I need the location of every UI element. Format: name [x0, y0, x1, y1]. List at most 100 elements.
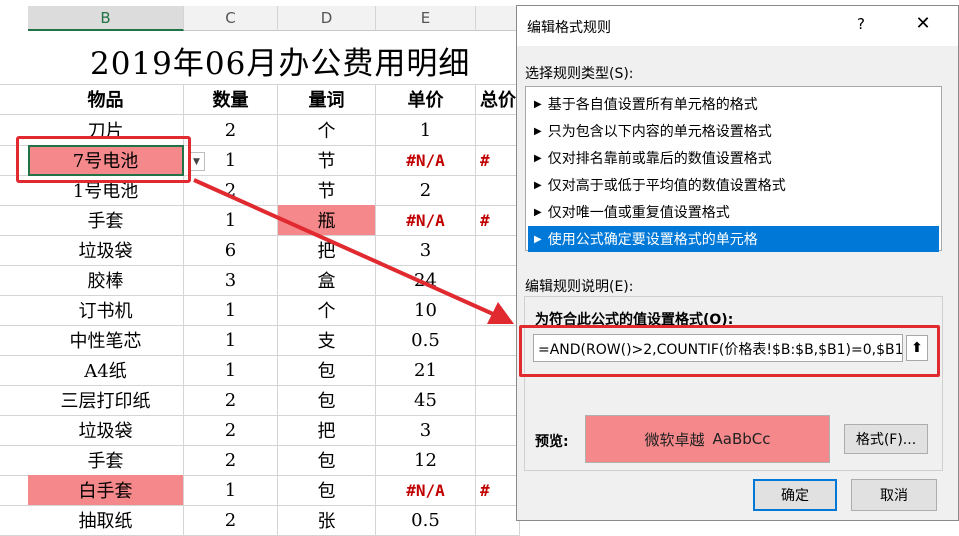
cell-qty[interactable]: 1: [184, 295, 278, 325]
cell-qty[interactable]: 2: [184, 175, 278, 205]
cell-qty[interactable]: 1: [184, 205, 278, 235]
cell-total[interactable]: [476, 115, 520, 145]
cell-price[interactable]: 3: [376, 415, 476, 445]
column-header-e[interactable]: E: [376, 6, 476, 31]
header-total[interactable]: 总价: [476, 84, 520, 114]
cell-price[interactable]: 12: [376, 445, 476, 475]
column-header-c[interactable]: C: [184, 6, 278, 31]
cell-total[interactable]: [476, 385, 520, 415]
rule-type-item-selected[interactable]: ▶ 使用公式确定要设置格式的单元格: [528, 226, 939, 252]
edit-format-rule-dialog: 编辑格式规则 ? ✕ 选择规则类型(S): ▶ 基于各自值设置所有单元格的格式 ▶…: [516, 5, 959, 521]
cell-total[interactable]: [476, 415, 520, 445]
cell-price[interactable]: 24: [376, 265, 476, 295]
cell-qty[interactable]: 2: [184, 115, 278, 145]
cell-price[interactable]: 3: [376, 235, 476, 265]
select-rule-type-label: 选择规则类型(S):: [525, 66, 634, 82]
table-row: 垃圾袋 6 把 3: [0, 235, 520, 266]
ok-button[interactable]: 确定: [753, 479, 837, 511]
cell-qty[interactable]: 1: [184, 325, 278, 355]
cell-price[interactable]: #N/A: [376, 475, 476, 505]
cell-total[interactable]: #: [476, 475, 520, 505]
cell-price[interactable]: 45: [376, 385, 476, 415]
cell-price[interactable]: 0.5: [376, 505, 476, 535]
cell-qty[interactable]: 6: [184, 235, 278, 265]
cell-unit[interactable]: 节: [278, 145, 376, 175]
triangle-right-icon: ▶: [534, 206, 542, 218]
cell-price[interactable]: 2: [376, 175, 476, 205]
cell-unit[interactable]: 支: [278, 325, 376, 355]
cell-qty[interactable]: 2: [184, 505, 278, 535]
cell-item[interactable]: A4纸: [28, 355, 184, 385]
rule-type-item[interactable]: ▶ 仅对排名靠前或靠后的数值设置格式: [528, 145, 939, 171]
rule-type-list[interactable]: ▶ 基于各自值设置所有单元格的格式 ▶ 只为包含以下内容的单元格设置格式 ▶ 仅对排名…: [525, 86, 942, 252]
cell-price[interactable]: #N/A: [376, 205, 476, 235]
cell-qty[interactable]: 2: [184, 445, 278, 475]
cell-item[interactable]: 订书机: [28, 295, 184, 325]
cell-item[interactable]: 胶棒: [28, 265, 184, 295]
table-row: A4纸 1 包 21: [0, 355, 520, 386]
cell-unit[interactable]: 把: [278, 415, 376, 445]
cell-unit[interactable]: 个: [278, 295, 376, 325]
header-item[interactable]: 物品: [28, 84, 184, 114]
cell-unit[interactable]: 包: [278, 445, 376, 475]
cell-total[interactable]: [476, 295, 520, 325]
cell-item[interactable]: 手套: [28, 205, 184, 235]
cell-qty[interactable]: 2: [184, 415, 278, 445]
rule-type-item[interactable]: ▶ 仅对高于或低于平均值的数值设置格式: [528, 172, 939, 198]
header-price[interactable]: 单价: [376, 84, 476, 114]
cell-qty[interactable]: 3: [184, 265, 278, 295]
cell-unit[interactable]: 包: [278, 385, 376, 415]
cell-item[interactable]: 垃圾袋: [28, 415, 184, 445]
cancel-button[interactable]: 取消: [851, 479, 937, 511]
triangle-right-icon: ▶: [534, 98, 542, 110]
cell-qty[interactable]: 1: [184, 475, 278, 505]
rule-type-item[interactable]: ▶ 仅对唯一值或重复值设置格式: [528, 199, 939, 225]
cell-total[interactable]: [476, 265, 520, 295]
cell-price[interactable]: 10: [376, 295, 476, 325]
cell-price[interactable]: #N/A: [376, 145, 476, 175]
cell-total[interactable]: [476, 445, 520, 475]
cell-unit[interactable]: 盒: [278, 265, 376, 295]
cell-price[interactable]: 0.5: [376, 325, 476, 355]
cell-unit[interactable]: 个: [278, 115, 376, 145]
preview-sample: AaBbCc: [712, 430, 771, 448]
format-preview: 微软卓越 AaBbCc: [585, 415, 830, 463]
cell-unit[interactable]: 包: [278, 355, 376, 385]
triangle-right-icon: ▶: [534, 125, 542, 137]
cell-total[interactable]: [476, 355, 520, 385]
cell-total[interactable]: [476, 175, 520, 205]
cell-item[interactable]: 抽取纸: [28, 505, 184, 535]
column-header-d[interactable]: D: [278, 6, 376, 31]
cell-price[interactable]: 21: [376, 355, 476, 385]
cell-total[interactable]: [476, 505, 520, 535]
cell-total[interactable]: [476, 235, 520, 265]
cell-item[interactable]: 手套: [28, 445, 184, 475]
cell-total[interactable]: #: [476, 205, 520, 235]
header-qty[interactable]: 数量: [184, 84, 278, 114]
cell-qty[interactable]: 1: [184, 355, 278, 385]
cell-unit[interactable]: 瓶: [278, 205, 376, 235]
column-header-b[interactable]: B: [28, 6, 184, 31]
cell-item[interactable]: 三层打印纸: [28, 385, 184, 415]
close-icon[interactable]: ✕: [909, 13, 937, 37]
table-row: 三层打印纸 2 包 45: [0, 385, 520, 416]
cell-total[interactable]: [476, 325, 520, 355]
cell-unit[interactable]: 包: [278, 475, 376, 505]
cell-unit[interactable]: 张: [278, 505, 376, 535]
help-button[interactable]: ?: [847, 15, 875, 37]
column-header-f[interactable]: [476, 6, 520, 31]
cell-price[interactable]: 1: [376, 115, 476, 145]
cell-total[interactable]: #: [476, 145, 520, 175]
format-button[interactable]: 格式(F)...: [844, 424, 928, 454]
cell-item[interactable]: 中性笔芯: [28, 325, 184, 355]
header-unit[interactable]: 量词: [278, 84, 376, 114]
cell-item[interactable]: 垃圾袋: [28, 235, 184, 265]
annotation-box-formula: [519, 325, 940, 377]
rule-type-item[interactable]: ▶ 只为包含以下内容的单元格设置格式: [528, 118, 939, 144]
cell-item[interactable]: 白手套: [28, 475, 184, 505]
rule-type-item[interactable]: ▶ 基于各自值设置所有单元格的格式: [528, 91, 939, 117]
cell-unit[interactable]: 把: [278, 235, 376, 265]
cell-unit[interactable]: 节: [278, 175, 376, 205]
cell-qty[interactable]: 2: [184, 385, 278, 415]
table-row: 白手套 1 包 #N/A #: [0, 475, 520, 506]
